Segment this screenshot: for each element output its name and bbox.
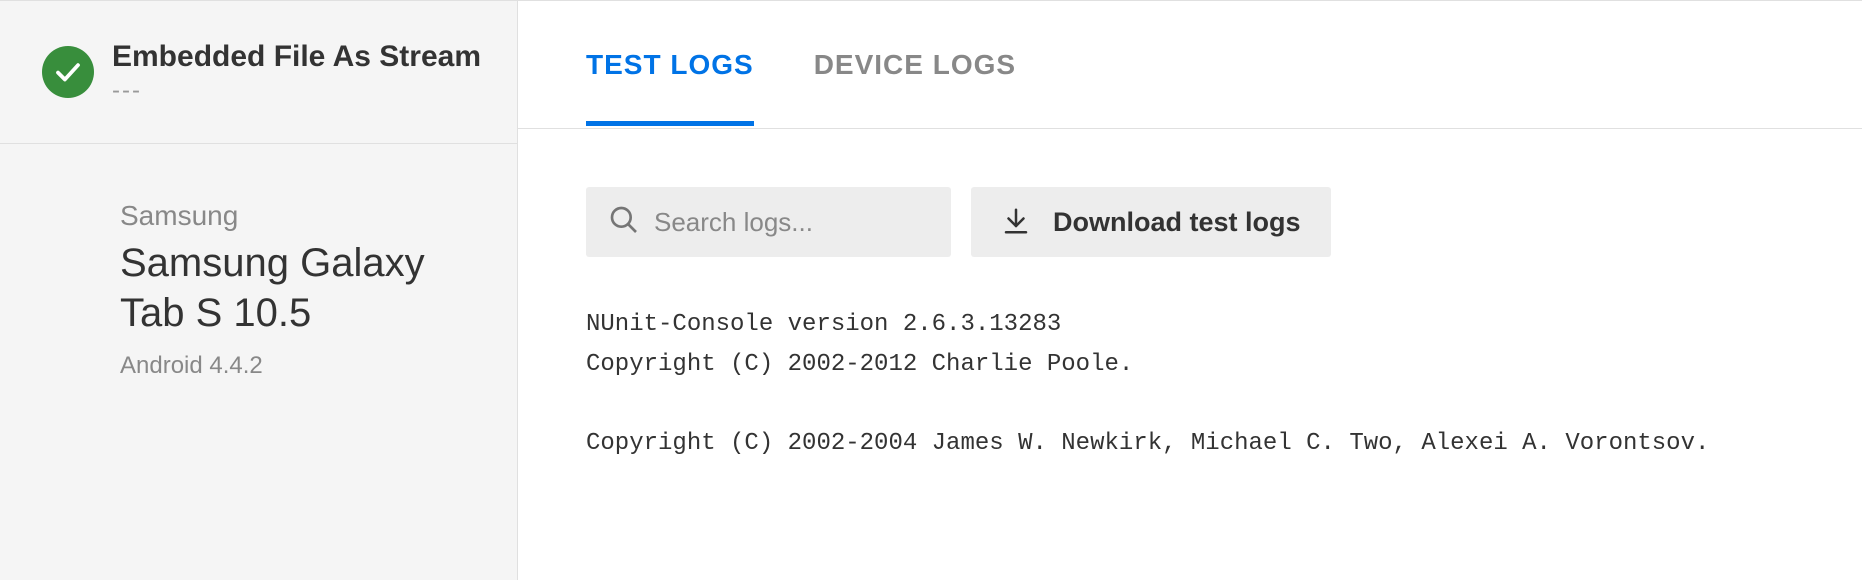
test-subtitle: --- <box>112 77 481 105</box>
download-label: Download test logs <box>1053 207 1301 238</box>
search-input[interactable] <box>654 207 929 238</box>
device-manufacturer: Samsung <box>120 200 477 232</box>
device-os: Android 4.4.2 <box>120 352 477 380</box>
controls-row: Download test logs <box>586 187 1794 257</box>
device-name: Samsung Galaxy Tab S 10.5 <box>120 238 477 338</box>
search-icon <box>608 204 640 241</box>
download-icon <box>1001 206 1031 239</box>
tabs: TEST LOGS DEVICE LOGS <box>518 1 1862 129</box>
log-output: NUnit-Console version 2.6.3.13283 Copyri… <box>586 305 1794 463</box>
test-title: Embedded File As Stream <box>112 39 481 75</box>
tab-content: Download test logs NUnit-Console version… <box>518 129 1862 463</box>
sidebar: Embedded File As Stream --- Samsung Sams… <box>0 0 518 580</box>
download-button[interactable]: Download test logs <box>971 187 1331 257</box>
search-box[interactable] <box>586 187 951 257</box>
tab-test-logs[interactable]: TEST LOGS <box>586 49 754 128</box>
test-header: Embedded File As Stream --- <box>0 1 517 144</box>
tab-device-logs[interactable]: DEVICE LOGS <box>814 49 1016 128</box>
device-block: Samsung Samsung Galaxy Tab S 10.5 Androi… <box>0 144 517 420</box>
status-passed-icon <box>42 46 94 98</box>
main-panel: TEST LOGS DEVICE LOGS <box>518 0 1862 580</box>
